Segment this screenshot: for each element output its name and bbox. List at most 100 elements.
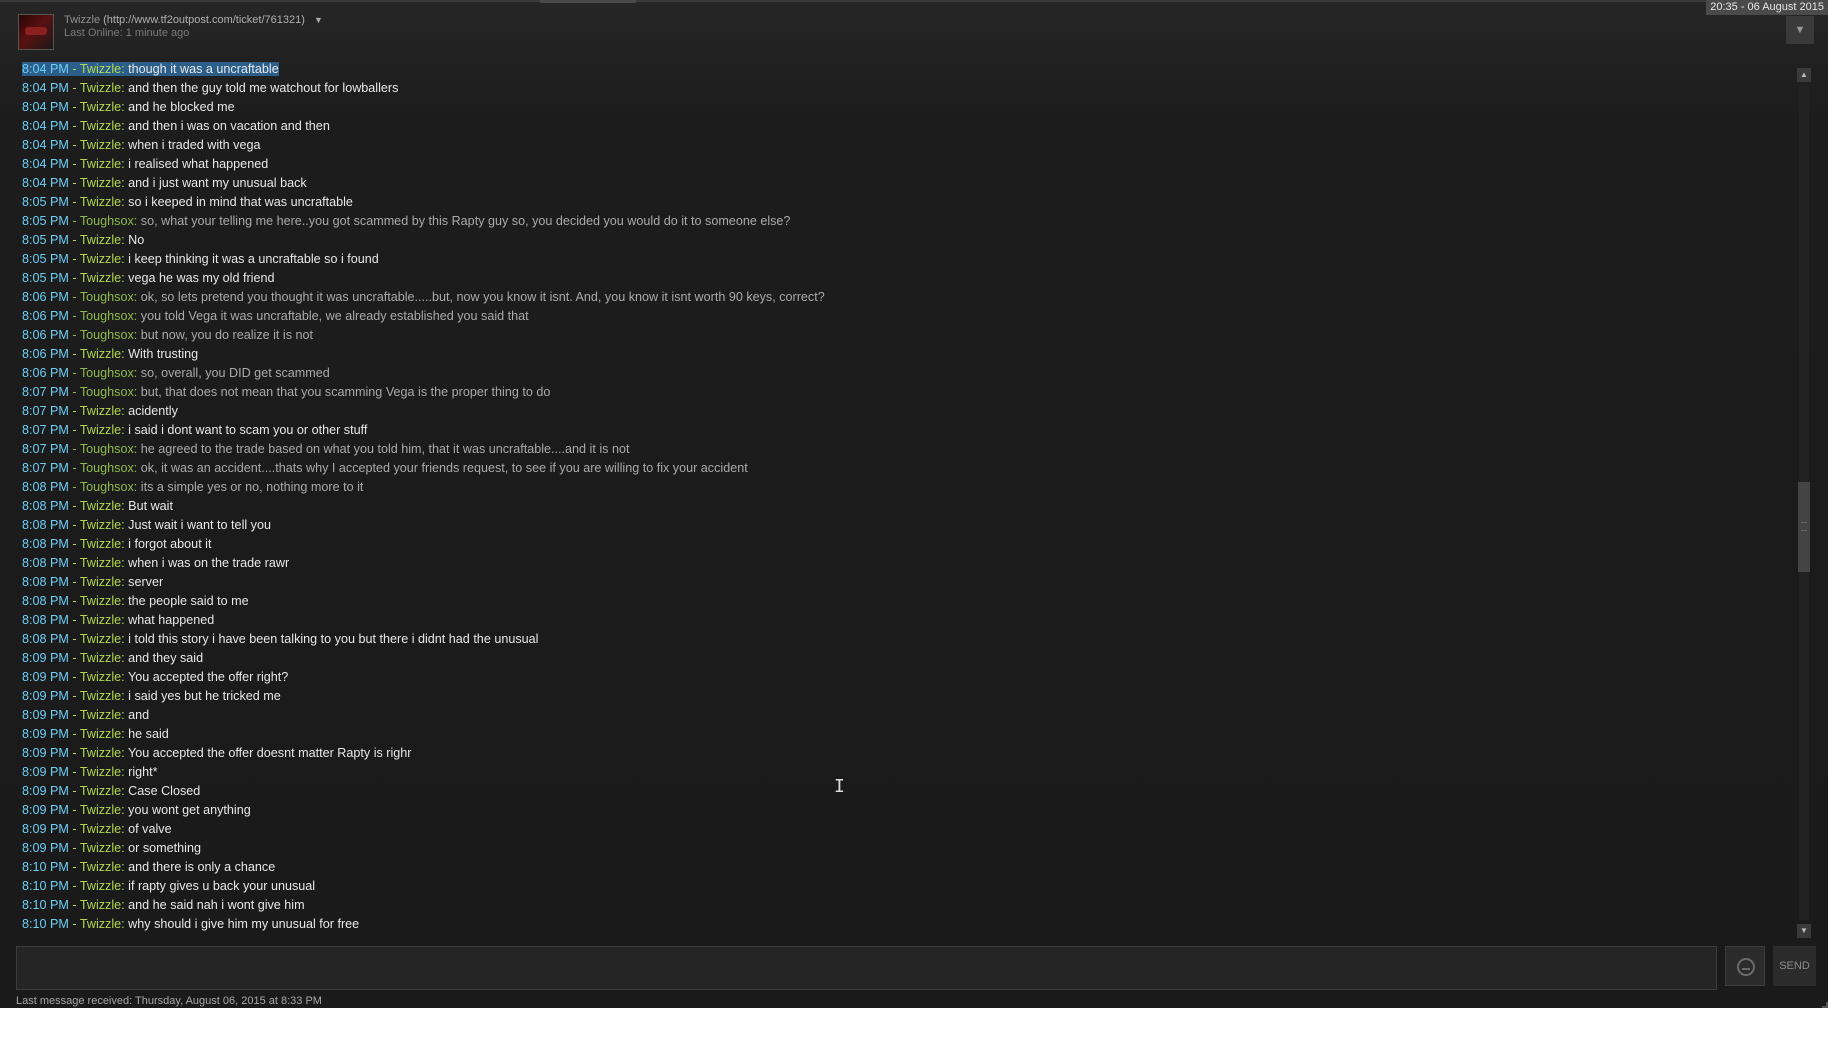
chat-scrollbar[interactable]: ▲ ▼ <box>1794 68 1814 938</box>
friend-name-header[interactable]: Twizzle (http://www.tf2outpost.com/ticke… <box>64 14 323 26</box>
chat-message: 8:08 PM - Twizzle: server <box>22 573 1792 592</box>
message-text: acidently <box>128 404 178 418</box>
message-timestamp: 8:10 PM <box>22 917 69 931</box>
message-separator: - <box>68 651 80 665</box>
chat-message: 8:04 PM - Twizzle: and then i was on vac… <box>22 117 1792 136</box>
chat-message: 8:10 PM - Twizzle: if rapty gives u back… <box>22 877 1792 896</box>
chat-log[interactable]: 8:04 PM - Twizzle: though it was a uncra… <box>22 60 1792 941</box>
message-separator: - <box>68 613 80 627</box>
friend-profile-url[interactable]: (http://www.tf2outpost.com/ticket/761321… <box>103 14 305 26</box>
message-timestamp: 8:07 PM <box>22 385 69 399</box>
chat-message: 8:09 PM - Twizzle: you wont get anything <box>22 801 1792 820</box>
chat-message: 8:09 PM - Twizzle: i said yes but he tri… <box>22 687 1792 706</box>
message-text: right* <box>128 765 158 779</box>
message-colon: : <box>133 366 141 380</box>
message-separator: - <box>68 841 80 855</box>
friend-name: Twizzle <box>64 14 101 26</box>
message-timestamp: 8:04 PM <box>22 157 69 171</box>
message-sender: Twizzle <box>79 708 122 722</box>
resize-grip[interactable] <box>1822 1002 1828 1008</box>
chevron-down-icon[interactable]: ▼ <box>314 15 323 25</box>
arrow-down-icon[interactable]: ▼ <box>1797 924 1811 938</box>
message-sender: Twizzle <box>79 613 122 627</box>
message-sender: Toughsox <box>79 442 134 456</box>
window-drag-handle[interactable] <box>540 0 636 3</box>
message-timestamp: 8:06 PM <box>22 366 69 380</box>
chat-message: 8:06 PM - Toughsox: ok, so lets pretend … <box>22 288 1792 307</box>
message-sender: Twizzle <box>79 138 122 152</box>
chat-message: 8:04 PM - Twizzle: though it was a uncra… <box>22 60 1792 79</box>
chevron-down-icon[interactable]: ▼ <box>1786 16 1814 44</box>
message-text: No <box>128 233 145 247</box>
message-text: ok, it was an accident....thats why I ac… <box>140 461 748 475</box>
chat-message: 8:09 PM - Twizzle: or something <box>22 839 1792 858</box>
message-text: and then the guy told me watchout for lo… <box>128 81 399 95</box>
message-timestamp: 8:08 PM <box>22 537 69 551</box>
message-text: You accepted the offer doesnt matter Rap… <box>127 746 412 760</box>
clock-overlay: 20:35 - 06 August 2015 <box>1706 0 1828 15</box>
message-sender: Toughsox <box>79 328 134 342</box>
message-separator: - <box>68 765 80 779</box>
message-separator: - <box>68 271 80 285</box>
message-text: With trusting <box>128 347 199 361</box>
message-timestamp: 8:04 PM <box>22 119 69 133</box>
message-separator: - <box>68 898 80 912</box>
message-input[interactable] <box>16 946 1717 990</box>
message-text: i realised what happened <box>128 157 269 171</box>
chat-message: 8:05 PM - Twizzle: vega he was my old fr… <box>22 269 1792 288</box>
chat-message: 8:08 PM - Twizzle: i told this story i h… <box>22 630 1792 649</box>
message-sender: Twizzle <box>79 727 122 741</box>
message-timestamp: 8:08 PM <box>22 518 69 532</box>
message-timestamp: 8:07 PM <box>22 461 69 475</box>
message-separator: - <box>68 632 80 646</box>
message-sender: Twizzle <box>79 575 122 589</box>
message-text: why should i give him my unusual for fre… <box>128 917 360 931</box>
chat-message: 8:09 PM - Twizzle: right* <box>22 763 1792 782</box>
message-sender: Toughsox <box>79 366 134 380</box>
message-separator: - <box>68 499 80 513</box>
message-text: when i was on the trade rawr <box>128 556 290 570</box>
message-timestamp: 8:05 PM <box>22 271 69 285</box>
message-sender: Twizzle <box>79 822 122 836</box>
chat-message: 8:05 PM - Twizzle: i keep thinking it wa… <box>22 250 1792 269</box>
chat-message: 8:07 PM - Toughsox: ok, it was an accide… <box>22 459 1792 478</box>
message-separator: - <box>68 309 80 323</box>
scroll-thumb[interactable] <box>1798 482 1810 572</box>
message-timestamp: 8:09 PM <box>22 708 69 722</box>
message-timestamp: 8:10 PM <box>22 898 69 912</box>
message-sender: Toughsox <box>79 214 134 228</box>
emoticon-button[interactable] <box>1725 946 1765 986</box>
message-timestamp: 8:05 PM <box>22 252 69 266</box>
message-timestamp: 8:06 PM <box>22 328 69 342</box>
friend-avatar[interactable] <box>18 14 54 50</box>
message-timestamp: 8:05 PM <box>22 214 69 228</box>
message-sender: Twizzle <box>79 404 122 418</box>
message-sender: Toughsox <box>79 309 134 323</box>
chat-message: 8:04 PM - Twizzle: and then the guy told… <box>22 79 1792 98</box>
message-separator: - <box>68 81 80 95</box>
message-sender: Twizzle <box>79 347 122 361</box>
message-timestamp: 8:08 PM <box>22 575 69 589</box>
message-separator: - <box>68 461 80 475</box>
message-separator: - <box>68 404 80 418</box>
arrow-up-icon[interactable]: ▲ <box>1797 68 1811 82</box>
message-separator: - <box>68 366 80 380</box>
chat-window: 20:35 - 06 August 2015 Twizzle (http://w… <box>0 0 1828 1008</box>
message-separator: - <box>68 385 80 399</box>
send-button[interactable]: SEND <box>1773 946 1816 986</box>
chat-message: 8:09 PM - Twizzle: You accepted the offe… <box>22 668 1792 687</box>
message-separator: - <box>68 62 80 76</box>
message-timestamp: 8:07 PM <box>22 423 69 437</box>
message-separator: - <box>68 708 80 722</box>
message-sender: Twizzle <box>79 271 122 285</box>
message-sender: Twizzle <box>79 746 122 760</box>
message-text: and i just want my unusual back <box>128 176 307 190</box>
message-text: you told Vega it was uncraftable, we alr… <box>140 309 529 323</box>
message-sender: Twizzle <box>79 252 122 266</box>
message-sender: Twizzle <box>79 879 122 893</box>
message-sender: Twizzle <box>79 898 122 912</box>
chat-message: 8:05 PM - Toughsox: so, what your tellin… <box>22 212 1792 231</box>
message-separator: - <box>68 518 80 532</box>
message-text: Just wait i want to tell you <box>128 518 271 532</box>
message-timestamp: 8:08 PM <box>22 480 69 494</box>
